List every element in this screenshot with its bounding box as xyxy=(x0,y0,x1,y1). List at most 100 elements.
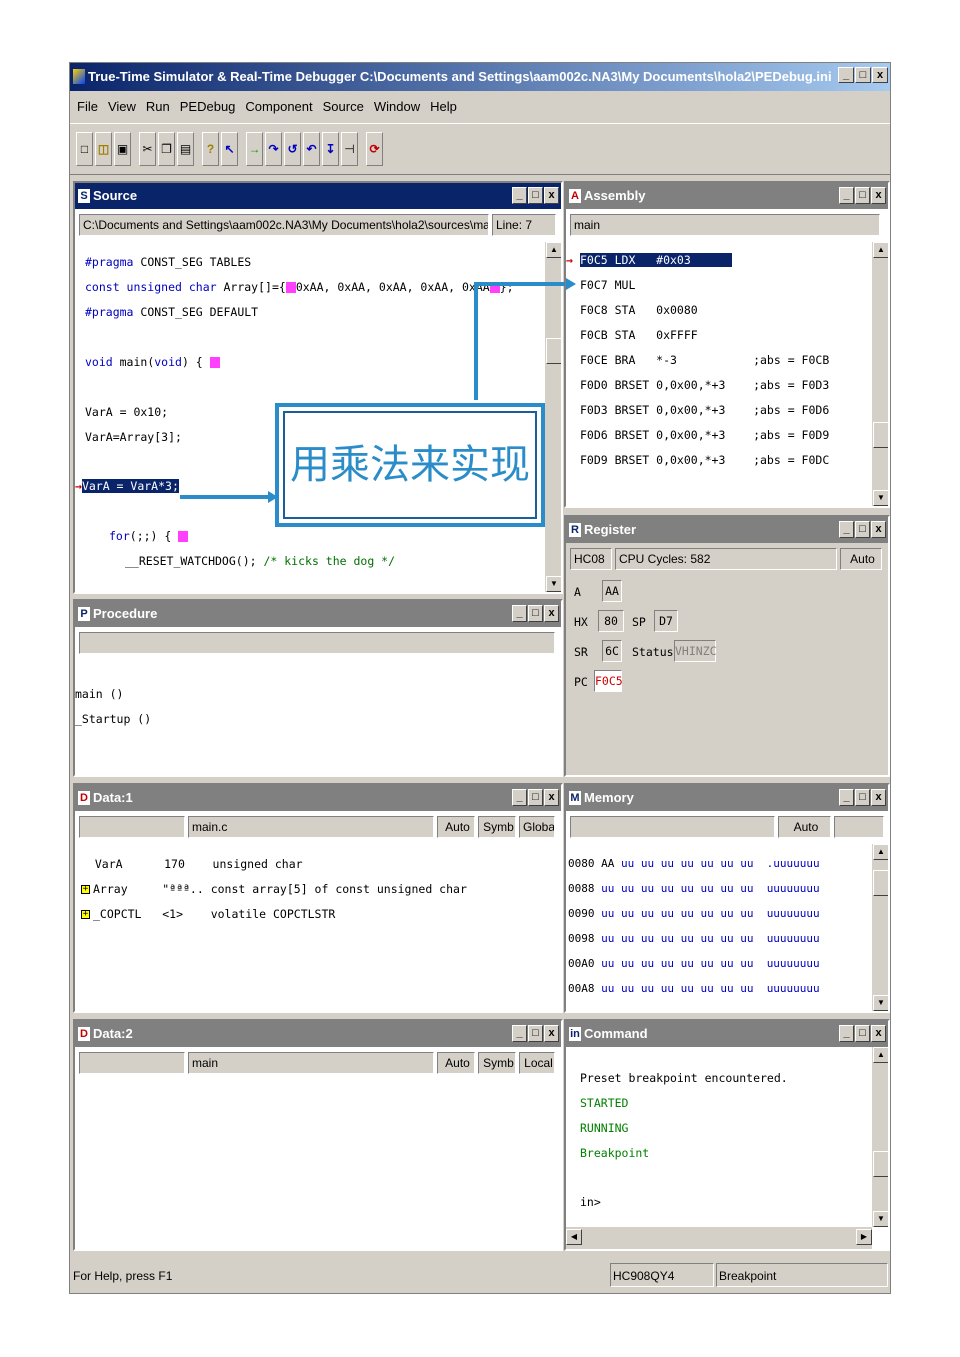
reset-icon[interactable]: ⟳ xyxy=(366,132,383,166)
source-close-button[interactable]: x xyxy=(544,187,559,204)
memory-row[interactable]: 0088 uu uu uu uu uu uu uu uu uuuuuuuu xyxy=(568,882,820,895)
variable-row[interactable]: + Array "ªªª.. const array[5] of const un… xyxy=(81,882,467,896)
menu-run[interactable]: Run xyxy=(141,99,175,114)
halt-icon[interactable]: ⊣ xyxy=(341,132,358,166)
memory-scrollbar[interactable]: ▲ ▼ xyxy=(872,844,888,1011)
register-maximize-button[interactable]: □ xyxy=(855,521,870,538)
scroll-thumb[interactable] xyxy=(873,1151,888,1177)
variable-row[interactable]: + _COPCTL <1> volatile COPCTLSTR xyxy=(81,907,335,921)
marker-icon[interactable] xyxy=(489,282,500,293)
memory-row[interactable]: 00A8 uu uu uu uu uu uu uu uu uuuuuuuu xyxy=(568,982,820,995)
source-scrollbar[interactable]: ▲ ▼ xyxy=(545,242,561,592)
maximize-button[interactable]: □ xyxy=(855,67,871,83)
asm-line[interactable]: F0CB STA 0xFFFF xyxy=(580,328,732,342)
new-icon[interactable]: □ xyxy=(76,132,93,166)
asm-line[interactable]: F0D0 BRSET 0,0x00,*+3 ;abs = F0D3 xyxy=(580,378,829,392)
data2-symb-button[interactable]: Symb xyxy=(478,1052,516,1074)
context-help-icon[interactable]: ↖ xyxy=(221,132,238,166)
scroll-up-icon[interactable]: ▲ xyxy=(873,242,888,258)
scroll-thumb[interactable] xyxy=(546,338,561,364)
assembly-step-icon[interactable]: ↧ xyxy=(322,132,339,166)
command-minimize-button[interactable]: _ xyxy=(839,1025,854,1042)
reg-sr-value[interactable]: 6C xyxy=(602,640,622,662)
expand-icon[interactable]: + xyxy=(81,910,90,919)
procedure-close-button[interactable]: x xyxy=(544,605,559,622)
start-icon[interactable]: → xyxy=(246,132,263,166)
step-out-icon[interactable]: ↶ xyxy=(303,132,320,166)
procedure-minimize-button[interactable]: _ xyxy=(512,605,527,622)
assembly-maximize-button[interactable]: □ xyxy=(855,187,870,204)
scroll-down-icon[interactable]: ▼ xyxy=(873,490,888,506)
help-icon[interactable]: ? xyxy=(202,132,219,166)
asm-line[interactable]: → F0C5 LDX #0x03 xyxy=(566,253,733,267)
asm-line[interactable]: F0D3 BRSET 0,0x00,*+3 ;abs = F0D6 xyxy=(580,403,829,417)
data2-local-button[interactable]: Local xyxy=(519,1052,555,1074)
paste-icon[interactable]: ▤ xyxy=(177,132,194,166)
asm-line[interactable]: F0CE BRA *-3 ;abs = F0CB xyxy=(580,353,829,367)
menu-pedebug[interactable]: PEDebug xyxy=(175,99,241,114)
data2-auto-button[interactable]: Auto xyxy=(437,1052,475,1074)
scroll-down-icon[interactable]: ▼ xyxy=(873,1211,888,1227)
menu-source[interactable]: Source xyxy=(318,99,369,114)
marker-icon[interactable] xyxy=(209,357,220,368)
menu-window[interactable]: Window xyxy=(369,99,425,114)
reg-sp-value[interactable]: D7 xyxy=(654,610,678,632)
open-icon[interactable]: ◫ xyxy=(95,132,112,166)
assembly-close-button[interactable]: x xyxy=(871,187,886,204)
procedure-item[interactable]: main () xyxy=(75,687,123,701)
scroll-right-icon[interactable]: ▶ xyxy=(856,1229,872,1245)
reg-pc-value[interactable]: F0C5 xyxy=(594,670,623,692)
register-mode-button[interactable]: Auto xyxy=(840,548,882,570)
command-maximize-button[interactable]: □ xyxy=(855,1025,870,1042)
data1-close-button[interactable]: x xyxy=(544,789,559,806)
variable-row[interactable]: VarA 170 unsigned char xyxy=(81,857,303,871)
cut-icon[interactable]: ✂ xyxy=(139,132,156,166)
scroll-up-icon[interactable]: ▲ xyxy=(873,1047,888,1063)
scroll-up-icon[interactable]: ▲ xyxy=(546,242,561,258)
memory-row[interactable]: 0090 uu uu uu uu uu uu uu uu uuuuuuuu xyxy=(568,907,820,920)
menu-help[interactable]: Help xyxy=(425,99,462,114)
scroll-thumb[interactable] xyxy=(873,422,888,448)
marker-icon[interactable] xyxy=(178,531,189,542)
memory-row[interactable]: 00A0 uu uu uu uu uu uu uu uu uuuuuuuu xyxy=(568,957,820,970)
data2-minimize-button[interactable]: _ xyxy=(512,1025,527,1042)
source-maximize-button[interactable]: □ xyxy=(528,187,543,204)
scroll-thumb[interactable] xyxy=(873,870,888,896)
asm-line[interactable]: F0C7 MUL xyxy=(580,278,656,292)
copy-icon[interactable]: ❐ xyxy=(158,132,175,166)
asm-line[interactable]: F0D9 BRSET 0,0x00,*+3 ;abs = F0DC xyxy=(580,453,829,467)
memory-row[interactable]: 0098 uu uu uu uu uu uu uu uu uuuuuuuu xyxy=(568,932,820,945)
data1-symb-button[interactable]: Symb xyxy=(478,816,516,838)
assembly-minimize-button[interactable]: _ xyxy=(839,187,854,204)
menu-file[interactable]: File xyxy=(72,99,103,114)
data2-maximize-button[interactable]: □ xyxy=(528,1025,543,1042)
scroll-down-icon[interactable]: ▼ xyxy=(873,995,888,1011)
data2-close-button[interactable]: x xyxy=(544,1025,559,1042)
scroll-down-icon[interactable]: ▼ xyxy=(546,576,561,592)
menu-component[interactable]: Component xyxy=(240,99,317,114)
command-scrollbar[interactable]: ▲ ▼ xyxy=(872,1047,888,1227)
asm-line[interactable]: F0D6 BRSET 0,0x00,*+3 ;abs = F0D9 xyxy=(580,428,829,442)
data1-minimize-button[interactable]: _ xyxy=(512,789,527,806)
data1-maximize-button[interactable]: □ xyxy=(528,789,543,806)
memory-maximize-button[interactable]: □ xyxy=(855,789,870,806)
memory-close-button[interactable]: x xyxy=(871,789,886,806)
marker-icon[interactable] xyxy=(285,282,296,293)
memory-row[interactable]: 0080 AA uu uu uu uu uu uu uu .uuuuuuu xyxy=(568,857,820,870)
assembly-scrollbar[interactable]: ▲ ▼ xyxy=(872,242,888,506)
expand-icon[interactable]: + xyxy=(81,885,90,894)
reg-hx-value[interactable]: 80 xyxy=(598,610,624,632)
command-hscrollbar[interactable]: ◀ ▶ xyxy=(566,1227,872,1249)
data1-global-button[interactable]: Global xyxy=(519,816,555,838)
reg-status-value[interactable]: VHINZC xyxy=(674,640,717,662)
procedure-maximize-button[interactable]: □ xyxy=(528,605,543,622)
menu-view[interactable]: View xyxy=(103,99,141,114)
save-icon[interactable]: ▣ xyxy=(114,132,131,166)
asm-line[interactable]: F0C8 STA 0x0080 xyxy=(580,303,732,317)
scroll-left-icon[interactable]: ◀ xyxy=(566,1229,582,1245)
memory-mode-button[interactable]: Auto xyxy=(777,816,832,838)
memory-minimize-button[interactable]: _ xyxy=(839,789,854,806)
minimize-button[interactable]: _ xyxy=(838,67,854,83)
reg-a-value[interactable]: AA xyxy=(602,580,622,602)
procedure-item[interactable]: _Startup () xyxy=(75,712,151,726)
